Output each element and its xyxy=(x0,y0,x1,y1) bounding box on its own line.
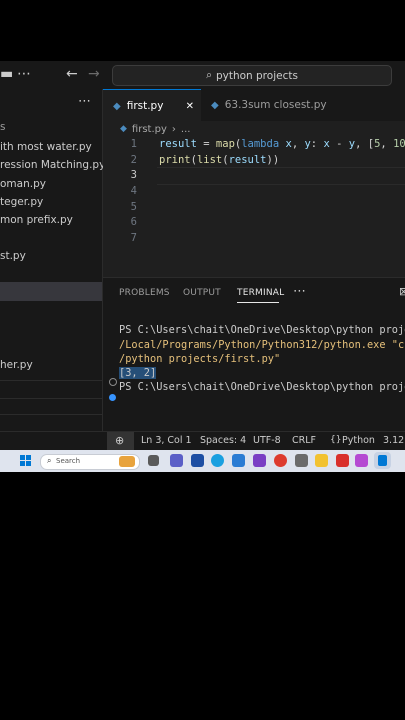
line-number: 4 xyxy=(130,185,137,197)
line-number: 5 xyxy=(130,201,137,213)
search-label: python projects xyxy=(215,69,298,82)
teams-icon[interactable] xyxy=(170,454,183,467)
windows-taskbar: ⌕ Search xyxy=(0,450,405,472)
line-number-current: 3 xyxy=(130,169,137,181)
breadcrumb: ◆ first.py › ... xyxy=(103,121,190,137)
encoding[interactable]: UTF-8 xyxy=(253,435,281,446)
search-placeholder: Search xyxy=(56,457,81,465)
code-line[interactable]: result = map(lambda x, y: x - y, [5, 10 xyxy=(159,138,405,150)
breadcrumb-more[interactable]: ... xyxy=(181,124,191,135)
zoom-button[interactable]: ⊕ xyxy=(107,432,134,450)
terminal-icon[interactable]: ⊠ xyxy=(399,285,405,298)
search-highlight-icon xyxy=(119,456,135,467)
line-number: 2 xyxy=(130,154,137,166)
tab-label: 63.3sum closest.py xyxy=(224,99,327,111)
breadcrumb-file[interactable]: first.py xyxy=(132,124,167,135)
chrome-icon[interactable] xyxy=(274,454,287,467)
media-app-icon[interactable] xyxy=(253,454,266,467)
line-number: 6 xyxy=(130,216,137,228)
tab-3sum-closest[interactable]: ◆ 63.3sum closest.py xyxy=(201,89,341,121)
command-decoration-icon xyxy=(109,378,117,386)
terminal-line: /Local/Programs/Python/Python312/python.… xyxy=(119,339,405,351)
edge-icon[interactable] xyxy=(211,454,224,467)
tab-problems[interactable]: PROBLEMS xyxy=(119,288,170,298)
command-center-search[interactable]: ⌕ python projects xyxy=(112,65,392,86)
more-icon[interactable]: ⋯ xyxy=(17,66,31,82)
terminal-line: PS C:\Users\chait\OneDrive\Desktop\pytho… xyxy=(119,324,405,336)
python-version[interactable]: 3.12.( xyxy=(383,435,405,446)
python-file-icon: ◆ xyxy=(113,100,121,112)
line-number: 1 xyxy=(130,138,137,150)
code-line[interactable]: print(list(result)) xyxy=(159,154,279,166)
app-icon[interactable] xyxy=(336,454,349,467)
windows-start-icon[interactable] xyxy=(20,455,32,467)
section-divider xyxy=(0,398,102,399)
widgets-icon[interactable] xyxy=(191,454,204,467)
section-divider xyxy=(0,414,102,415)
search-icon: ⌕ xyxy=(206,69,212,81)
indentation[interactable]: Spaces: 4 xyxy=(200,435,246,446)
tab-output[interactable]: OUTPUT xyxy=(183,288,221,298)
store-icon[interactable] xyxy=(232,454,245,467)
tab-terminal[interactable]: TERMINAL xyxy=(237,288,284,298)
python-file-icon: ◆ xyxy=(211,99,219,111)
terminal-output-selected: [3, 2] xyxy=(119,367,157,379)
zoom-icon: ⊕ xyxy=(115,434,125,447)
explorer-sidebar: ⋯ s ith most water.py ression Matching.p… xyxy=(0,89,105,431)
file-item[interactable]: her.py xyxy=(0,359,33,371)
menu-fragment-icon[interactable]: ▬ xyxy=(0,66,13,82)
vscode-icon xyxy=(378,455,387,466)
file-item[interactable]: ression Matching.py xyxy=(0,159,105,171)
explorer-more-icon[interactable]: ⋯ xyxy=(78,94,91,109)
line-number: 7 xyxy=(130,232,137,244)
terminal-line: /python projects/first.py" xyxy=(119,353,281,365)
file-item[interactable]: oman.py xyxy=(0,178,46,190)
task-view-icon[interactable] xyxy=(148,455,159,466)
title-bar: ▬ ⋯ ← → ⌕ python projects xyxy=(0,61,405,89)
file-explorer-icon[interactable] xyxy=(315,454,328,467)
line-ending[interactable]: CRLF xyxy=(292,435,316,446)
panel-more-icon[interactable]: ⋯ xyxy=(293,284,306,299)
vscode-window: ▬ ⋯ ← → ⌕ python projects ⋯ s ith most w… xyxy=(0,61,405,450)
taskbar-search-box[interactable]: ⌕ Search xyxy=(40,454,140,470)
cursor-position[interactable]: Ln 3, Col 1 xyxy=(141,435,192,446)
back-arrow-icon[interactable]: ← xyxy=(66,66,78,82)
command-decoration-icon xyxy=(109,394,116,401)
app-icon[interactable] xyxy=(295,454,308,467)
app-icon[interactable] xyxy=(355,454,368,467)
tab-label: first.py xyxy=(126,100,164,112)
status-bar: ⊕ Ln 3, Col 1 Spaces: 4 UTF-8 CRLF {} Py… xyxy=(0,431,405,450)
file-item[interactable]: mon prefix.py xyxy=(0,214,73,226)
editor-tabs: ◆ first.py ✕ ◆ 63.3sum closest.py xyxy=(103,89,405,122)
search-icon: ⌕ xyxy=(47,456,52,465)
terminal-line: PS C:\Users\chait\OneDrive\Desktop\pytho… xyxy=(119,381,405,393)
file-item[interactable]: ith most water.py xyxy=(0,141,92,153)
code-editor[interactable]: 1 2 3 4 5 6 7 result = map(lambda x, y: … xyxy=(103,137,405,277)
section-header: s xyxy=(0,121,6,133)
active-tab-underline xyxy=(237,302,279,303)
file-item[interactable]: teger.py xyxy=(0,196,43,208)
vscode-taskbar-active[interactable] xyxy=(374,452,391,469)
forward-arrow-icon[interactable]: → xyxy=(88,66,100,82)
current-line-highlight xyxy=(157,167,405,185)
language-mode[interactable]: Python xyxy=(342,435,375,446)
section-divider xyxy=(0,380,102,381)
close-icon[interactable]: ✕ xyxy=(186,101,194,112)
language-icon: {} xyxy=(330,435,342,445)
bottom-panel: PROBLEMS OUTPUT TERMINAL ⋯ ⊠ PS C:\Users… xyxy=(103,277,405,432)
breadcrumb-separator: › xyxy=(171,123,176,135)
selected-file-row[interactable] xyxy=(0,282,102,301)
python-file-icon: ◆ xyxy=(120,124,127,134)
file-item[interactable]: st.py xyxy=(0,250,26,262)
tab-first-py[interactable]: ◆ first.py ✕ xyxy=(103,89,201,122)
